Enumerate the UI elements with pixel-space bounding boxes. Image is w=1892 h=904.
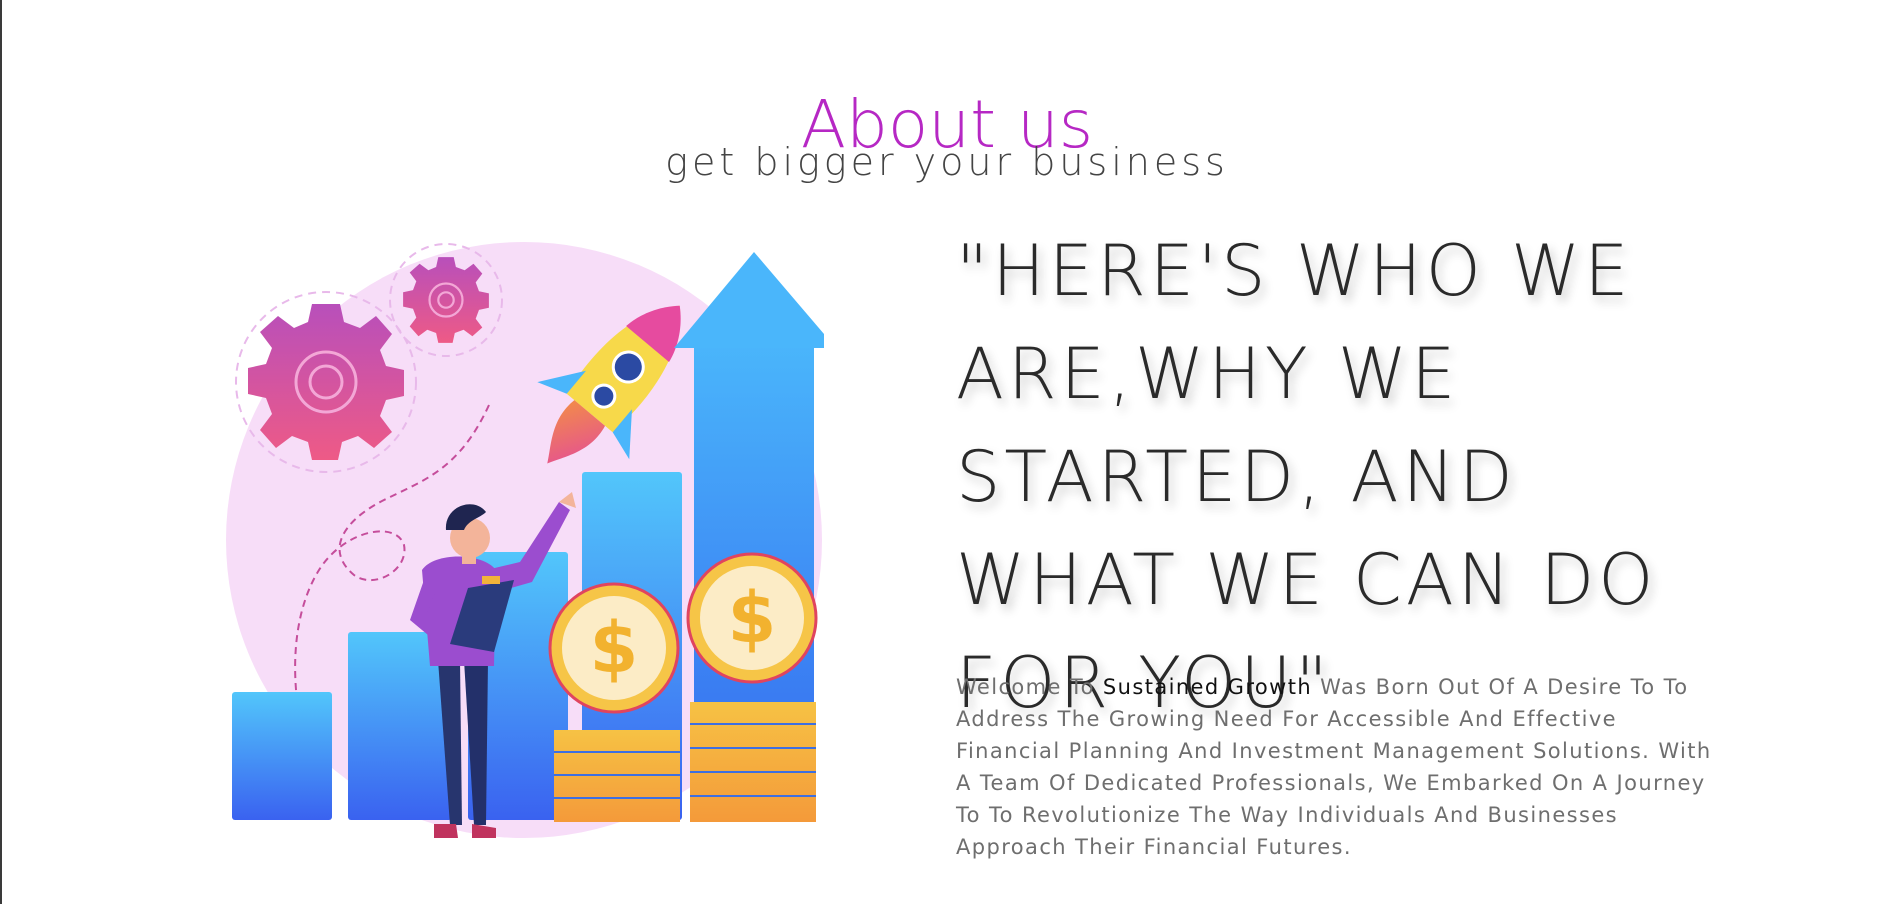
coin-icon: $ — [548, 582, 680, 714]
brand-name: Sustained Growth — [1102, 675, 1313, 699]
svg-text:$: $ — [728, 577, 777, 659]
gear-icon — [235, 291, 417, 473]
chart-bar-1 — [232, 692, 332, 820]
paragraph-prefix: Welcome To — [956, 675, 1103, 699]
coin-stack-right — [690, 702, 816, 822]
growth-illustration-icon: $ $ — [226, 242, 824, 838]
intro-paragraph: Welcome To Sustained Growth Was Born Out… — [956, 671, 1716, 863]
about-page: About us get bigger your business $ $ "H… — [2, 0, 1892, 904]
paragraph-rest: Was Born Out Of A Desire To To Address T… — [956, 675, 1712, 859]
coin-stack-left — [554, 730, 680, 822]
svg-text:$: $ — [590, 607, 639, 689]
coin-icon: $ — [686, 552, 818, 684]
page-subtitle: get bigger your business — [665, 140, 1229, 184]
headline: "HERE'S WHO WE ARE,WHY WE STARTED, AND W… — [956, 230, 1658, 724]
